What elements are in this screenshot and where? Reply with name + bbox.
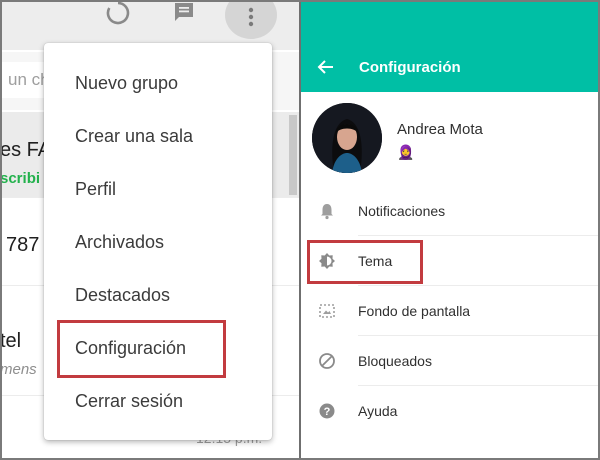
status-loading-icon[interactable] xyxy=(98,0,138,33)
menu-item-archived[interactable]: Archivados xyxy=(44,216,272,269)
settings-item-help[interactable]: ? Ayuda xyxy=(301,386,598,436)
new-chat-icon[interactable] xyxy=(164,0,204,33)
svg-text:?: ? xyxy=(324,406,331,418)
settings-header: Configuración xyxy=(301,0,598,92)
menu-item-create-room[interactable]: Crear una sala xyxy=(44,110,272,163)
settings-item-label: Notificaciones xyxy=(358,203,446,219)
chat-subtitle: scribi xyxy=(0,170,41,187)
settings-panel: Configuración Andrea Mota 🧕 Notificacion… xyxy=(301,0,598,460)
settings-item-notifications[interactable]: Notificaciones xyxy=(301,186,598,236)
chat-list-panel: un ch es FA scribi 787 tel mens 12:15 p.… xyxy=(0,0,299,460)
menu-item-profile[interactable]: Perfil xyxy=(44,163,272,216)
panel-divider xyxy=(299,0,301,460)
highlight-box-settings xyxy=(57,320,226,378)
chat-title: tel xyxy=(0,330,22,352)
highlight-box-theme xyxy=(307,240,423,284)
scrollbar[interactable] xyxy=(289,115,297,195)
wallpaper-icon xyxy=(318,302,336,320)
avatar[interactable] xyxy=(312,103,382,173)
menu-item-starred[interactable]: Destacados xyxy=(44,269,272,322)
chat-title: 787 xyxy=(6,234,40,256)
settings-item-label: Ayuda xyxy=(358,403,398,419)
menu-item-logout[interactable]: Cerrar sesión xyxy=(44,375,272,428)
back-arrow-icon[interactable] xyxy=(315,56,337,78)
help-icon: ? xyxy=(318,402,336,420)
profile-status: 🧕 xyxy=(397,144,415,160)
profile-name: Andrea Mota xyxy=(397,121,483,138)
profile-section[interactable]: Andrea Mota 🧕 xyxy=(301,92,598,184)
menu-item-new-group[interactable]: Nuevo grupo xyxy=(44,57,272,110)
blocked-icon xyxy=(318,352,336,370)
bell-icon xyxy=(318,202,336,220)
menu-button[interactable] xyxy=(225,0,277,39)
settings-title: Configuración xyxy=(359,59,461,76)
settings-item-label: Bloqueados xyxy=(358,353,432,369)
settings-item-label: Fondo de pantalla xyxy=(358,303,471,319)
overflow-menu: Nuevo grupo Crear una sala Perfil Archiv… xyxy=(44,43,272,440)
settings-item-wallpaper[interactable]: Fondo de pantalla xyxy=(301,286,598,336)
chat-subtitle: mens xyxy=(0,361,37,378)
settings-item-blocked[interactable]: Bloqueados xyxy=(301,336,598,386)
